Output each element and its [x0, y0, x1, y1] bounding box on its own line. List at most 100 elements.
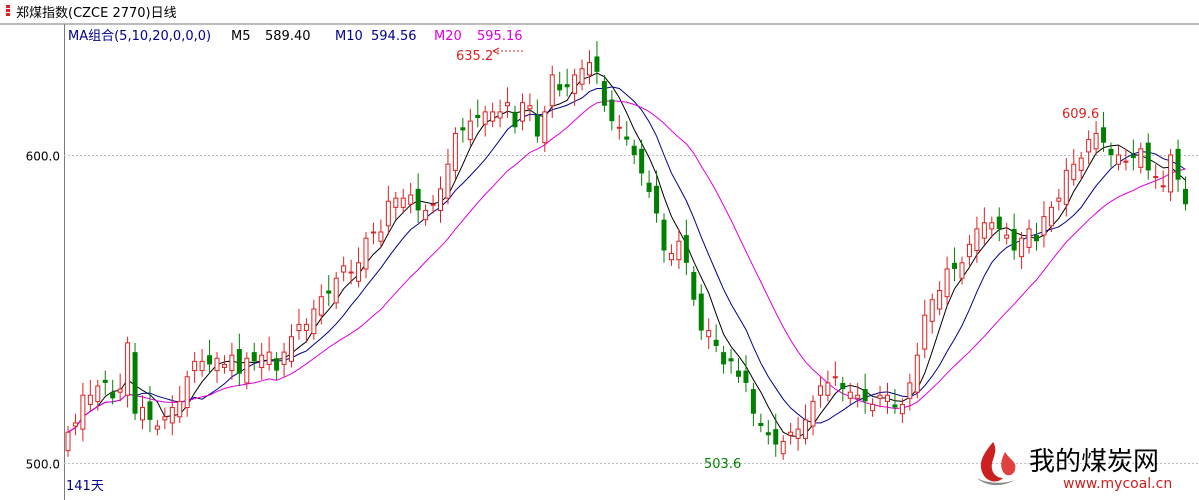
- candle-body: [1078, 157, 1084, 171]
- candlestick-chart[interactable]: 600.0 500.0 郑煤指数(CZCE 2770)日线 MA组合(5,10,2…: [0, 0, 1199, 500]
- candle-body: [572, 74, 578, 94]
- candle-body: [490, 111, 496, 122]
- candle-body: [475, 114, 481, 119]
- candle-body: [1056, 197, 1062, 202]
- up-candle: [393, 191, 399, 220]
- m10-value: 594.56: [371, 29, 417, 44]
- candle-body: [907, 382, 913, 399]
- candle-body: [1034, 235, 1039, 242]
- candle-body: [184, 376, 190, 409]
- up-candle: [974, 216, 980, 263]
- candle-body: [564, 84, 570, 88]
- candle-body: [668, 253, 674, 261]
- up-candle: [378, 219, 384, 248]
- up-candle: [177, 386, 183, 423]
- candle-body: [1011, 228, 1017, 251]
- up-candle: [966, 235, 972, 266]
- candle-body: [587, 62, 592, 76]
- candle-body: [519, 102, 525, 122]
- up-candle: [281, 342, 287, 377]
- candle-body: [244, 357, 250, 384]
- candle-body: [229, 354, 235, 372]
- down-candle: [110, 379, 116, 405]
- down-candle: [557, 71, 563, 97]
- down-candle: [102, 370, 108, 396]
- up-candle: [259, 342, 265, 380]
- candle-body: [899, 403, 905, 415]
- down-candle: [1101, 111, 1107, 152]
- candle-body: [87, 394, 93, 405]
- up-candle: [467, 108, 473, 146]
- candle-body: [728, 358, 734, 362]
- down-candle: [326, 275, 332, 306]
- indicator-name: MA组合(5,10,20,0,0,0): [68, 29, 211, 44]
- candle-body: [259, 354, 265, 369]
- candle-body: [497, 111, 503, 119]
- candle-body: [855, 394, 861, 399]
- up-candle: [408, 182, 414, 214]
- down-candle: [415, 173, 421, 223]
- down-candle: [743, 355, 749, 393]
- up-candle: [140, 395, 145, 430]
- candle-body: [974, 228, 980, 251]
- candle-body: [326, 290, 332, 294]
- candle-body: [1019, 237, 1025, 258]
- candle-body: [221, 363, 227, 369]
- candle-body: [207, 355, 213, 365]
- window-title: 郑煤指数(CZCE 2770)日线: [16, 6, 177, 21]
- brand-name: 我的煤炭网: [1029, 447, 1159, 477]
- down-candle: [736, 358, 741, 383]
- up-candle: [482, 105, 488, 137]
- up-candle: [668, 244, 674, 266]
- candle-body: [423, 209, 429, 221]
- candle-body: [438, 188, 443, 211]
- down-candle: [698, 284, 704, 340]
- candle-body: [996, 216, 1002, 229]
- candle-body: [102, 379, 108, 383]
- up-candle: [587, 50, 592, 85]
- up-candle: [438, 176, 443, 223]
- candle-body: [430, 203, 436, 206]
- candle-body: [1004, 234, 1010, 239]
- candle-body: [698, 293, 704, 331]
- down-candle: [534, 99, 540, 143]
- up-candle: [192, 352, 198, 383]
- up-candle: [154, 419, 160, 436]
- up-candle: [363, 232, 369, 279]
- candle-body: [341, 265, 347, 273]
- candle-body: [1026, 228, 1032, 248]
- down-candle: [564, 68, 570, 97]
- down-candle: [1130, 139, 1136, 171]
- candle-body: [624, 136, 630, 140]
- up-candle: [944, 256, 950, 306]
- down-candle: [661, 213, 667, 263]
- up-candle: [125, 336, 131, 408]
- candle-body: [311, 308, 317, 335]
- candle-body: [236, 349, 242, 374]
- down-candle: [773, 413, 779, 457]
- candle-body: [691, 272, 697, 300]
- candle-body: [527, 105, 533, 110]
- up-candle: [356, 247, 362, 288]
- candle-body: [683, 235, 689, 263]
- candle-body: [788, 431, 794, 436]
- up-candle: [385, 185, 391, 236]
- candle-body: [676, 240, 682, 261]
- candle-body: [721, 352, 727, 365]
- candle-body: [706, 330, 712, 338]
- down-candle: [512, 105, 518, 134]
- candle-body: [780, 440, 786, 455]
- down-candle: [1011, 213, 1017, 260]
- candle-body: [140, 407, 145, 421]
- candle-body: [810, 400, 816, 427]
- up-candle: [810, 395, 816, 436]
- candle-body: [966, 243, 972, 258]
- right-high-label: 609.6: [1062, 107, 1099, 122]
- candle-body: [154, 425, 160, 430]
- candle-body: [877, 394, 883, 399]
- up-candle: [1138, 142, 1144, 174]
- down-candle: [758, 413, 764, 433]
- candle-body: [557, 84, 563, 91]
- candle-body: [1138, 148, 1144, 168]
- candle-body: [981, 222, 987, 239]
